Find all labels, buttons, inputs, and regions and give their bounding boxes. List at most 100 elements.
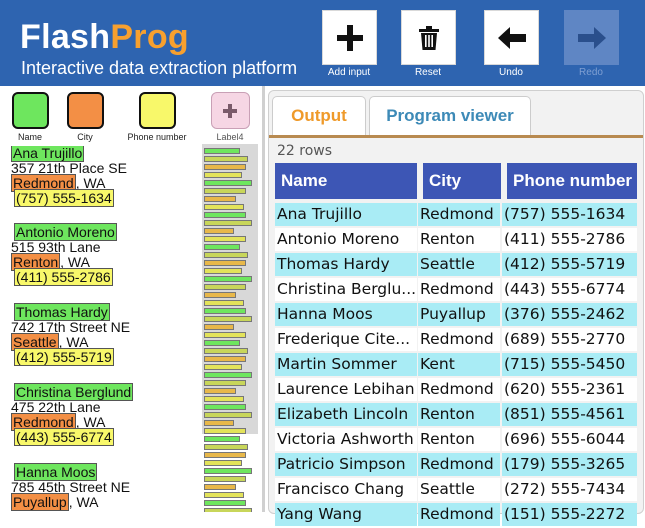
arrow-left-icon	[497, 26, 526, 49]
cell-city[interactable]: Redmond	[418, 453, 500, 476]
table-row[interactable]: Antonio Moreno Renton (411) 555-2786	[275, 228, 641, 253]
table-row[interactable]: Elizabeth Lincoln Renton (851) 555-4561	[275, 403, 641, 428]
cell-phone[interactable]: (757) 555-1634	[502, 203, 637, 226]
cell-city[interactable]: Kent	[418, 353, 500, 376]
minimap-bar	[204, 260, 246, 266]
cell-name[interactable]: Laurence Lebihan	[275, 378, 417, 401]
cell-name[interactable]: Victoria Ashworth	[275, 428, 417, 451]
phone-highlight[interactable]: (411) 555-2786	[14, 268, 113, 286]
minimap-bar	[204, 500, 246, 506]
cell-city[interactable]: Renton	[418, 428, 500, 451]
cell-city[interactable]: Redmond	[418, 378, 500, 401]
panel-divider[interactable]	[262, 86, 265, 512]
cell-phone[interactable]: (179) 555-3265	[502, 453, 637, 476]
column-header-phone[interactable]: Phone number	[507, 163, 637, 199]
label-city-text: City	[77, 132, 93, 142]
cell-phone[interactable]: (689) 555-2770	[502, 328, 637, 351]
cell-name[interactable]: Ana Trujillo	[275, 203, 417, 226]
cell-phone[interactable]: (376) 555-2462	[502, 303, 637, 326]
minimap-bar	[204, 420, 234, 426]
cell-name[interactable]: Christina Berglu...	[275, 278, 417, 301]
cell-name[interactable]: Francisco Chang	[275, 478, 417, 501]
table-row[interactable]: Thomas Hardy Seattle (412) 555-5719	[275, 253, 641, 278]
document-minimap[interactable]	[202, 144, 258, 512]
table-row[interactable]: Victoria Ashworth Renton (696) 555-6044	[275, 428, 641, 453]
cell-name[interactable]: Elizabeth Lincoln	[275, 403, 417, 426]
minimap-bar	[204, 372, 252, 378]
app-header: FlashProg Interactive data extraction pl…	[0, 0, 645, 86]
cell-name[interactable]: Hanna Moos	[275, 303, 417, 326]
table-row[interactable]: Yang Wang Redmond (151) 555-2272	[275, 503, 641, 528]
minimap-bar	[204, 252, 248, 258]
minimap-bar	[204, 220, 252, 226]
label-phone-swatch[interactable]	[138, 92, 176, 129]
cell-name[interactable]: Martin Sommer	[275, 353, 417, 376]
cell-city[interactable]: Redmond	[418, 203, 500, 226]
add-label-button[interactable]: Label4	[210, 92, 250, 142]
phone-highlight[interactable]: (443) 555-6774	[14, 428, 114, 446]
cell-city[interactable]: Renton	[418, 228, 500, 251]
cell-phone[interactable]: (620) 555-2361	[502, 378, 637, 401]
cell-city[interactable]: Puyallup	[418, 303, 500, 326]
redo-label: Redo	[579, 67, 603, 78]
add-label-swatch[interactable]	[210, 92, 250, 129]
minimap-bar	[204, 340, 240, 346]
reset-button[interactable]: Reset	[393, 10, 463, 80]
cell-phone[interactable]: (151) 555-2272	[502, 503, 637, 526]
cell-name[interactable]: Frederique Cite...	[275, 328, 417, 351]
minimap-bar	[204, 412, 252, 418]
cell-phone[interactable]: (696) 555-6044	[502, 428, 637, 451]
table-row[interactable]: Francisco Chang Seattle (272) 555-7434	[275, 478, 641, 503]
minimap-bar	[204, 188, 246, 194]
table-row[interactable]: Ana Trujillo Redmond (757) 555-1634	[275, 203, 641, 228]
city-highlight[interactable]: Puyallup	[11, 493, 69, 511]
phone-highlight[interactable]: (757) 555-1634	[14, 189, 114, 207]
minimap-bar	[204, 460, 242, 466]
cell-name[interactable]: Antonio Moreno	[275, 228, 417, 251]
cell-city[interactable]: Redmond	[418, 503, 500, 526]
minimap-bar	[204, 396, 244, 402]
cell-phone[interactable]: (443) 555-6774	[502, 278, 637, 301]
cell-name[interactable]: Patricio Simpson	[275, 453, 417, 476]
tab-output[interactable]: Output	[272, 96, 366, 135]
table-row[interactable]: Frederique Cite... Redmond (689) 555-2770	[275, 328, 641, 353]
minimap-bar	[204, 508, 252, 512]
column-header-city[interactable]: City	[423, 163, 501, 199]
brand-prog: Prog	[110, 18, 189, 56]
input-document[interactable]: Ana Trujillo 357 21th Place SE Redmond, …	[0, 146, 200, 512]
label-name-swatch[interactable]	[11, 92, 49, 129]
table-row[interactable]: Martin Sommer Kent (715) 555-5450	[275, 353, 641, 378]
cell-name[interactable]: Yang Wang	[275, 503, 417, 526]
cell-city[interactable]: Seattle	[418, 253, 500, 276]
cell-city[interactable]: Seattle	[418, 478, 500, 501]
phone-highlight[interactable]: (412) 555-5719	[14, 348, 114, 366]
label-phone[interactable]: Phone number	[117, 92, 197, 142]
label-city-swatch[interactable]	[66, 92, 104, 129]
add-input-button[interactable]: Add input	[314, 10, 384, 80]
table-row[interactable]: Laurence Lebihan Redmond (620) 555-2361	[275, 378, 641, 403]
cell-city[interactable]: Redmond	[418, 328, 500, 351]
label-name[interactable]: Name	[10, 92, 50, 142]
undo-button[interactable]: Undo	[476, 10, 546, 80]
cell-phone[interactable]: (412) 555-5719	[502, 253, 637, 276]
cell-city[interactable]: Redmond	[418, 278, 500, 301]
redo-button[interactable]: Redo	[556, 10, 626, 80]
plus-icon	[336, 24, 363, 51]
label-city[interactable]: City	[63, 92, 107, 142]
minimap-bar	[204, 492, 244, 498]
cell-city[interactable]: Renton	[418, 403, 500, 426]
tab-program-viewer[interactable]: Program viewer	[369, 96, 531, 135]
cell-phone[interactable]: (411) 555-2786	[502, 228, 637, 251]
minimap-bar	[204, 388, 236, 394]
cell-phone[interactable]: (851) 555-4561	[502, 403, 637, 426]
cell-phone[interactable]: (715) 555-5450	[502, 353, 637, 376]
cell-phone[interactable]: (272) 555-7434	[502, 478, 637, 501]
tab-bar: Output Program viewer	[269, 91, 643, 138]
table-row[interactable]: Christina Berglu... Redmond (443) 555-6774	[275, 278, 641, 303]
app-tagline: Interactive data extraction platform	[21, 58, 298, 78]
table-row[interactable]: Patricio Simpson Redmond (179) 555-3265	[275, 453, 641, 478]
cell-name[interactable]: Thomas Hardy	[275, 253, 417, 276]
column-header-name[interactable]: Name	[275, 163, 417, 199]
results-panel: Output Program viewer 22 rows Name City …	[268, 90, 644, 526]
table-row[interactable]: Hanna Moos Puyallup (376) 555-2462	[275, 303, 641, 328]
